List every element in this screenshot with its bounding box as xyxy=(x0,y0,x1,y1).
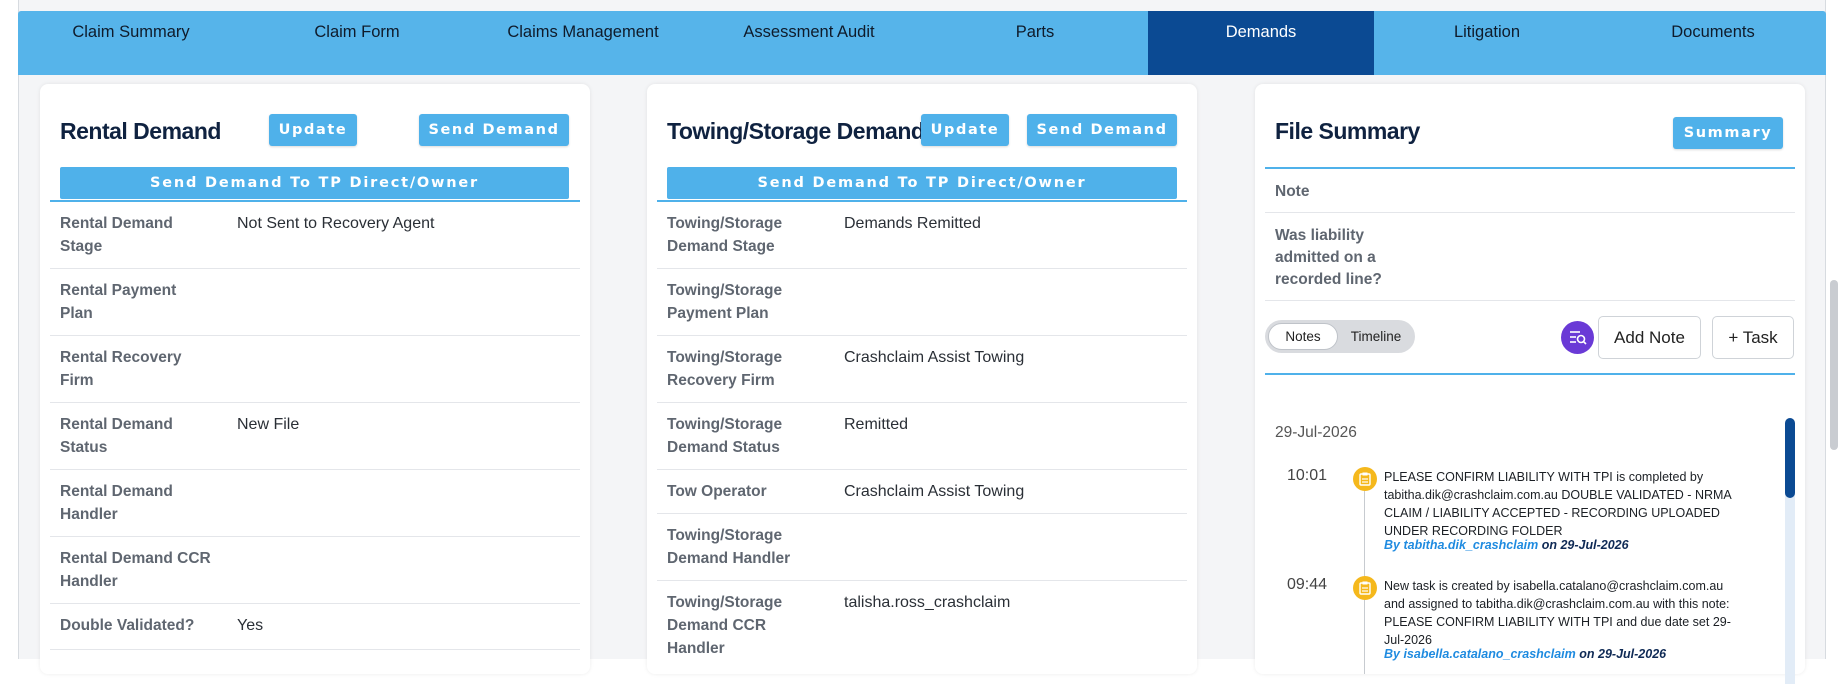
rental-update-button[interactable]: Update xyxy=(269,114,357,146)
field-label: Rental Demand Status xyxy=(60,416,173,456)
field-label: Towing/Storage Payment Plan xyxy=(667,282,783,322)
rental-send-demand-button[interactable]: Send Demand xyxy=(419,114,569,146)
field-label: Rental Demand CCR Handler xyxy=(60,550,211,590)
towing-demand-card: Towing/Storage Demand Update Send Demand… xyxy=(647,84,1197,674)
field-value: Crashclaim Assist Towing xyxy=(844,483,1025,500)
note-label: Note xyxy=(1275,183,1310,200)
add-task-button[interactable]: + Task xyxy=(1712,316,1794,359)
field-value: New File xyxy=(237,416,300,433)
rental-row-payment-plan: Rental Payment Plan xyxy=(50,269,580,336)
note-time: 09:44 xyxy=(1287,576,1328,593)
toggle-notes[interactable]: Notes xyxy=(1268,323,1338,350)
rental-demand-title: Rental Demand xyxy=(60,118,221,144)
rental-send-tp-button[interactable]: Send Demand To TP Direct/Owner xyxy=(60,167,569,199)
liability-row: Was liability admitted on a recorded lin… xyxy=(1265,213,1795,301)
towing-row-recovery-firm: Towing/Storage Recovery Firm Crashclaim … xyxy=(657,336,1187,403)
field-label: Towing/Storage Demand Stage xyxy=(667,215,783,255)
notes-timeline-toggle: Notes Timeline xyxy=(1265,320,1415,353)
clipboard-icon xyxy=(1353,576,1377,600)
note-text: PLEASE CONFIRM LIABILITY WITH TPI is com… xyxy=(1384,470,1732,538)
towing-row-status: Towing/Storage Demand Status Remitted xyxy=(657,403,1187,470)
notes-scrollbar-thumb[interactable] xyxy=(1785,418,1795,498)
rental-row-status: Rental Demand Status New File xyxy=(50,403,580,470)
note-author: By tabitha.dik_crashclaim on 29-Jul-2026 xyxy=(1384,538,1744,552)
tab-claim-form[interactable]: Claim Form xyxy=(244,11,470,75)
field-label: Tow Operator xyxy=(667,483,767,500)
towing-row-handler: Towing/Storage Demand Handler xyxy=(657,514,1187,581)
tab-assessment-audit[interactable]: Assessment Audit xyxy=(696,11,922,75)
field-value: Crashclaim Assist Towing xyxy=(844,349,1025,366)
field-value: Yes xyxy=(237,617,264,634)
field-label: Towing/Storage Demand Handler xyxy=(667,527,791,567)
field-label: Rental Payment Plan xyxy=(60,282,177,322)
tab-claim-summary[interactable]: Claim Summary xyxy=(18,11,244,75)
rental-row-handler: Rental Demand Handler xyxy=(50,470,580,537)
timeline-line xyxy=(1364,474,1365,674)
tab-documents[interactable]: Documents xyxy=(1600,11,1826,75)
divider xyxy=(1265,373,1795,375)
summary-button[interactable]: Summary xyxy=(1673,117,1783,149)
page-scrollbar[interactable] xyxy=(1830,280,1838,450)
field-label: Towing/Storage Demand Status xyxy=(667,416,783,456)
field-label: Rental Recovery Firm xyxy=(60,349,182,389)
towing-demand-title: Towing/Storage Demand xyxy=(667,118,925,144)
note-date: on 29-Jul-2026 xyxy=(1541,538,1629,552)
search-notes-icon[interactable] xyxy=(1561,321,1594,354)
add-note-button[interactable]: Add Note xyxy=(1598,316,1701,359)
field-value: Demands Remitted xyxy=(844,215,981,232)
rental-row-recovery-firm: Rental Recovery Firm xyxy=(50,336,580,403)
towing-send-tp-button[interactable]: Send Demand To TP Direct/Owner xyxy=(667,167,1177,199)
field-value: Not Sent to Recovery Agent xyxy=(237,215,435,232)
field-label: Rental Demand Stage xyxy=(60,215,173,255)
toggle-timeline[interactable]: Timeline xyxy=(1341,323,1411,350)
tab-bar: Claim Summary Claim Form Claims Manageme… xyxy=(18,11,1826,75)
rental-demand-card: Rental Demand Update Send Demand Send De… xyxy=(40,84,590,674)
towing-row-stage: Towing/Storage Demand Stage Demands Remi… xyxy=(657,202,1187,269)
towing-row-payment-plan: Towing/Storage Payment Plan xyxy=(657,269,1187,336)
rental-row-ccr-handler: Rental Demand CCR Handler xyxy=(50,537,580,604)
note-author-name[interactable]: By tabitha.dik_crashclaim xyxy=(1384,538,1538,552)
rental-row-double-validated: Double Validated? Yes xyxy=(50,604,580,650)
field-label: Rental Demand Handler xyxy=(60,483,173,523)
field-value: Remitted xyxy=(844,416,909,433)
note-time: 10:01 xyxy=(1287,467,1328,484)
tab-claims-management[interactable]: Claims Management xyxy=(470,11,696,75)
field-label: Towing/Storage Demand CCR Handler xyxy=(667,594,783,657)
clipboard-icon xyxy=(1353,467,1377,491)
field-label: Double Validated? xyxy=(60,617,195,634)
field-value: talisha.ross_crashclaim xyxy=(844,594,1011,611)
field-label: Towing/Storage Recovery Firm xyxy=(667,349,783,389)
liability-label: Was liability admitted on a recorded lin… xyxy=(1275,227,1382,288)
towing-row-ccr-handler: Towing/Storage Demand CCR Handler talish… xyxy=(657,581,1187,671)
file-summary-title: File Summary xyxy=(1275,118,1420,144)
tab-parts[interactable]: Parts xyxy=(922,11,1148,75)
tab-demands[interactable]: Demands xyxy=(1148,11,1374,75)
rental-row-stage: Rental Demand Stage Not Sent to Recovery… xyxy=(50,202,580,269)
towing-send-demand-button[interactable]: Send Demand xyxy=(1027,114,1177,146)
notes-date-heading: 29-Jul-2026 xyxy=(1275,424,1357,441)
file-summary-card: File Summary Summary Note Was liability … xyxy=(1255,84,1805,684)
notes-list: 29-Jul-2026 10:01 PLEASE CONFIRM LIABILI… xyxy=(1265,394,1795,684)
towing-update-button[interactable]: Update xyxy=(921,114,1009,146)
towing-row-tow-operator: Tow Operator Crashclaim Assist Towing xyxy=(657,470,1187,514)
note-row: Note xyxy=(1265,169,1795,213)
tab-litigation[interactable]: Litigation xyxy=(1374,11,1600,75)
note-text: New task is created by isabella.catalano… xyxy=(1384,579,1731,647)
